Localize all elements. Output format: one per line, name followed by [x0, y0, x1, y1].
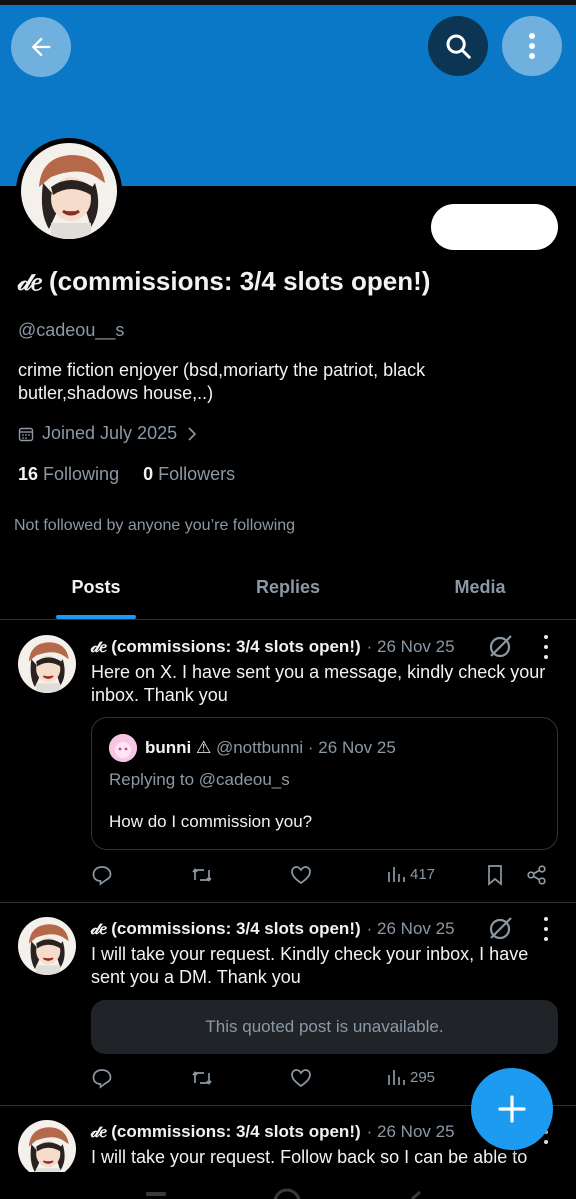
- following-count: 16: [18, 464, 39, 484]
- followers-count: 0: [143, 464, 154, 484]
- more-vertical-icon: [529, 33, 535, 59]
- tab-media[interactable]: Media: [384, 556, 576, 619]
- post-actions: 417: [91, 864, 558, 890]
- post-header: 𝒹𝑒 (commissions: 3/4 slots open!) · 26 N…: [91, 919, 455, 939]
- search-button[interactable]: [428, 16, 488, 76]
- post-avatar[interactable]: [18, 635, 76, 693]
- avatar-illustration: [18, 1120, 76, 1172]
- grok-icon[interactable]: [486, 633, 514, 661]
- back-button[interactable]: [11, 17, 71, 77]
- post-date: · 26 Nov 25: [366, 919, 455, 938]
- post-item[interactable]: 𝒹𝑒 (commissions: 3/4 slots open!) · 26 N…: [0, 621, 576, 903]
- unavailable-quote: This quoted post is unavailable.: [91, 1000, 558, 1054]
- grok-icon[interactable]: [486, 915, 514, 943]
- reply-icon: [92, 1069, 112, 1089]
- repost-button[interactable]: [190, 1067, 214, 1089]
- system-nav-bar: [0, 1172, 576, 1199]
- post-text: I will take your request. Follow back so…: [91, 1147, 528, 1167]
- post-avatar[interactable]: [18, 917, 76, 975]
- profile-handle: @cadeou__s: [18, 320, 125, 340]
- tab-replies[interactable]: Replies: [192, 556, 384, 619]
- quoted-header: bunni ⚠ @nottbunni · 26 Nov 25: [145, 738, 396, 758]
- bookmark-icon: [488, 865, 502, 886]
- system-nav-icons: [146, 1188, 421, 1199]
- joined-date-row[interactable]: Joined July 2025: [18, 423, 199, 444]
- plus-icon: [498, 1095, 526, 1123]
- followers-count-link[interactable]: 0 Followers: [143, 464, 235, 485]
- repost-button[interactable]: [190, 864, 214, 886]
- follow-button[interactable]: Follow: [431, 204, 558, 250]
- heart-icon: [291, 866, 311, 885]
- post-avatar[interactable]: [18, 1120, 76, 1172]
- views-chart-icon: [388, 867, 405, 882]
- like-button[interactable]: [290, 1067, 312, 1089]
- post-author-name[interactable]: 𝒹𝑒 (commissions: 3/4 slots open!): [91, 1122, 361, 1142]
- views-button[interactable]: 417: [386, 864, 435, 884]
- post-more-button[interactable]: [538, 917, 554, 941]
- calendar-icon: [18, 427, 34, 441]
- post-author-name[interactable]: 𝒹𝑒 (commissions: 3/4 slots open!): [91, 637, 361, 657]
- follow-counts: 16 Following 0 Followers: [18, 464, 235, 485]
- compose-post-button[interactable]: [471, 1068, 553, 1150]
- joined-label: Joined July 2025: [42, 423, 178, 443]
- share-icon: [527, 865, 546, 885]
- quoted-author-name: bunni ⚠: [145, 738, 212, 757]
- post-date: · 26 Nov 25: [366, 637, 455, 656]
- repost-icon: [192, 1071, 212, 1085]
- quoted-handle: @nottbunni: [215, 738, 304, 757]
- avatar-illustration: [18, 635, 76, 693]
- profile-display-name: 𝒹𝑒 (commissions: 3/4 slots open!): [18, 266, 431, 296]
- quoted-post[interactable]: bunni ⚠ @nottbunni · 26 Nov 25 Replying …: [91, 717, 558, 850]
- following-count-link[interactable]: 16 Following: [18, 464, 119, 485]
- post-header: 𝒹𝑒 (commissions: 3/4 slots open!) · 26 N…: [91, 1122, 455, 1142]
- views-count: 417: [410, 865, 436, 883]
- tab-posts[interactable]: Posts: [0, 556, 192, 619]
- profile-tabs: Posts Replies Media: [0, 556, 576, 620]
- quoted-avatar: [109, 734, 137, 762]
- views-button[interactable]: 295: [386, 1067, 435, 1087]
- repost-icon: [192, 868, 212, 882]
- post-author-name[interactable]: 𝒹𝑒 (commissions: 3/4 slots open!): [91, 919, 361, 939]
- share-button[interactable]: [526, 864, 548, 886]
- following-label: Following: [43, 464, 120, 484]
- like-button[interactable]: [290, 864, 312, 886]
- avatar-illustration: [18, 917, 76, 975]
- followers-label: Followers: [158, 464, 236, 484]
- post-text: Here on X. I have sent you a message, ki…: [91, 662, 546, 705]
- more-options-button[interactable]: [502, 16, 562, 76]
- arrow-left-icon: [31, 37, 51, 57]
- reply-button[interactable]: [91, 864, 113, 886]
- post-header: 𝒹𝑒 (commissions: 3/4 slots open!) · 26 N…: [91, 637, 455, 657]
- post-text: I will take your request. Kindly check y…: [91, 944, 529, 987]
- reply-button[interactable]: [91, 1067, 113, 1089]
- views-chart-icon: [388, 1070, 405, 1085]
- search-icon: [446, 34, 471, 59]
- quoted-replying-to: Replying to @cadeou_s: [109, 770, 290, 789]
- post-date: · 26 Nov 25: [366, 1122, 455, 1141]
- not-followed-note: Not followed by anyone you’re following: [14, 517, 296, 534]
- post-more-button[interactable]: [538, 635, 554, 659]
- quoted-text: How do I commission you?: [109, 812, 313, 831]
- quoted-date: · 26 Nov 25: [307, 738, 396, 757]
- views-count: 295: [410, 1068, 436, 1086]
- profile-avatar[interactable]: [16, 138, 122, 244]
- profile-bio: crime fiction enjoyer (bsd,moriarty the …: [18, 360, 426, 403]
- heart-icon: [291, 1069, 311, 1088]
- avatar-illustration: [21, 143, 117, 239]
- chevron-right-icon: [188, 426, 197, 441]
- reply-icon: [92, 866, 112, 886]
- bookmark-button[interactable]: [485, 864, 505, 886]
